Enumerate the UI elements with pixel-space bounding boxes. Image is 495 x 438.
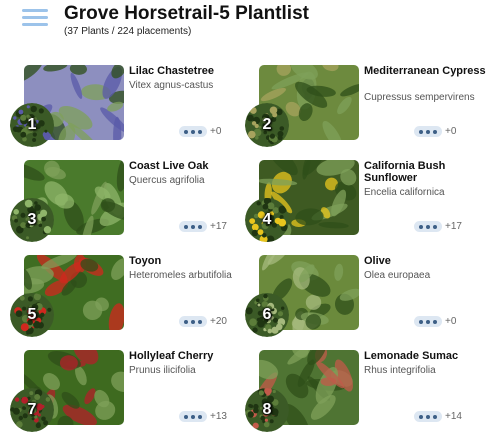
plant-scientific-name: Olea europaea — [364, 270, 431, 281]
more-options-icon[interactable] — [414, 411, 442, 422]
more-options-icon[interactable] — [414, 316, 442, 327]
plant-common-name: Lemonade Sumac — [364, 350, 459, 362]
plant-common-name: Lilac Chastetree — [129, 65, 214, 77]
plant-scientific-name: Cupressus sempervirens — [364, 92, 475, 103]
plant-number: 1 — [27, 116, 37, 133]
plant-number: 5 — [27, 306, 37, 323]
placement-count: +20 — [210, 316, 227, 327]
more-options-icon[interactable] — [179, 221, 207, 232]
more-options-icon[interactable] — [179, 316, 207, 327]
plant-card[interactable]: 5 Toyon Heteromeles arbutifolia +20 — [10, 255, 254, 340]
plant-card[interactable]: 2 Mediterranean Cypress Cupressus sempervi… — [245, 65, 489, 150]
plant-common-name: Coast Live Oak — [129, 160, 209, 172]
plant-scientific-name: Prunus ilicifolia — [129, 365, 196, 376]
plant-number: 6 — [262, 306, 272, 323]
placement-count: +17 — [210, 221, 227, 232]
plant-card[interactable]: 3 Coast Live Oak Quercus agrifolia +17 — [10, 160, 254, 245]
plant-number: 2 — [262, 116, 272, 133]
plant-number: 7 — [27, 401, 37, 418]
plant-count-summary: (37 Plants / 224 placements) — [64, 26, 192, 37]
menu-icon[interactable] — [22, 9, 48, 29]
placement-count: +0 — [210, 126, 222, 137]
plant-number: 8 — [262, 401, 272, 418]
more-options-icon[interactable] — [414, 126, 442, 137]
plant-common-name: Olive — [364, 255, 391, 267]
plant-scientific-name: Encelia californica — [364, 187, 445, 198]
placement-count: +17 — [445, 221, 462, 232]
plant-number: 4 — [262, 211, 272, 228]
page-title: Grove Horsetrail-5 Plantlist — [64, 3, 309, 24]
plant-number: 3 — [27, 211, 37, 228]
more-options-icon[interactable] — [179, 411, 207, 422]
plant-card[interactable]: 1 Lilac Chastetree Vitex agnus-castus +0 — [10, 65, 254, 150]
more-options-icon[interactable] — [179, 126, 207, 137]
plant-card[interactable]: 8 Lemonade Sumac Rhus integrifolia +14 — [245, 350, 489, 435]
placement-count: +13 — [210, 411, 227, 422]
plant-card[interactable]: 6 Olive Olea europaea +0 — [245, 255, 489, 340]
plant-scientific-name: Rhus integrifolia — [364, 365, 436, 376]
plant-scientific-name: Heteromeles arbutifolia — [129, 270, 232, 281]
placement-count: +0 — [445, 316, 457, 327]
plant-common-name: Toyon — [129, 255, 162, 267]
plant-scientific-name: Quercus agrifolia — [129, 175, 205, 186]
plant-common-name: Mediterranean Cypress — [364, 65, 486, 77]
plant-common-name: California Bush Sunflower — [364, 160, 446, 184]
placement-count: +14 — [445, 411, 462, 422]
plant-card[interactable]: 7 Hollyleaf Cherry Prunus ilicifolia +13 — [10, 350, 254, 435]
plant-card[interactable]: 4 California Bush Sunflower Encelia califo… — [245, 160, 489, 245]
placement-count: +0 — [445, 126, 457, 137]
more-options-icon[interactable] — [414, 221, 442, 232]
plant-scientific-name: Vitex agnus-castus — [129, 80, 214, 91]
plant-common-name: Hollyleaf Cherry — [129, 350, 214, 362]
